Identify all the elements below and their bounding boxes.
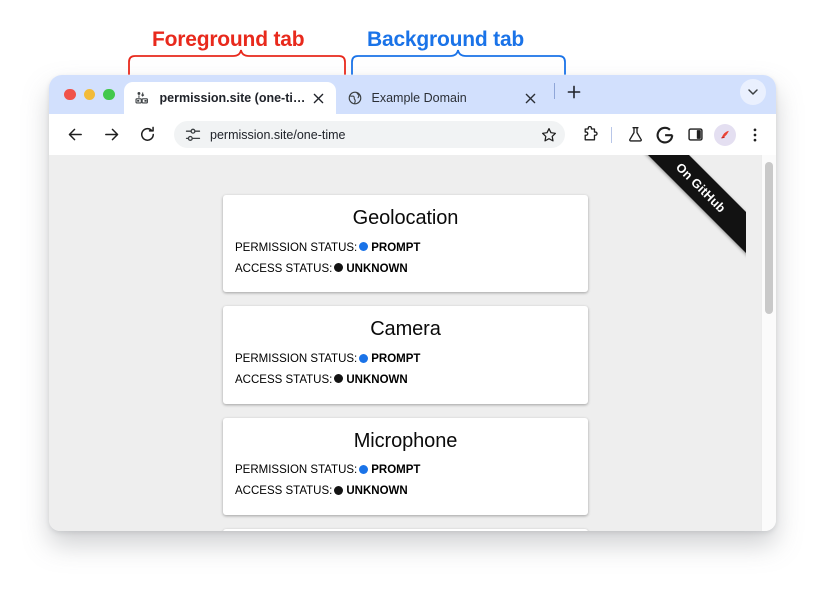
- forward-button[interactable]: [97, 121, 125, 149]
- back-button[interactable]: [61, 121, 89, 149]
- background-brace: [351, 49, 566, 75]
- page-scroll-area: On GitHub Geolocation PERMISSION STATUS:…: [49, 155, 761, 531]
- access-status-row: ACCESS STATUS: UNKNOWN: [223, 481, 588, 502]
- permission-status-dot: [359, 242, 369, 252]
- side-panel-icon[interactable]: [682, 122, 708, 148]
- permission-status-label: PERMISSION STATUS:: [235, 241, 358, 254]
- access-status-label: ACCESS STATUS:: [235, 262, 333, 275]
- access-status-dot: [334, 485, 344, 495]
- permission-card[interactable]: PERMISSION STATUS: ACCESS STATUS:: [223, 529, 588, 531]
- scrollbar-thumb[interactable]: [765, 162, 773, 314]
- star-icon[interactable]: [537, 123, 561, 147]
- access-status-row: ACCESS STATUS: UNKNOWN: [223, 370, 588, 391]
- annotation-layer: Foreground tab Background tab: [0, 0, 826, 120]
- annotation-braces: [128, 49, 566, 75]
- access-status-label: ACCESS STATUS:: [235, 373, 333, 386]
- puzzle-icon[interactable]: [577, 122, 603, 148]
- card-title: Geolocation: [352, 207, 459, 229]
- permission-card[interactable]: Geolocation PERMISSION STATUS: PROMPT ACC…: [223, 195, 588, 293]
- three-dot-menu-icon[interactable]: [742, 122, 768, 148]
- github-ribbon-link[interactable]: On GitHub: [621, 155, 746, 268]
- card-title: Microphone: [353, 429, 458, 452]
- url-text: permission.site/one-time: [210, 127, 346, 142]
- permission-status-row: PERMISSION STATUS: PROMPT: [223, 238, 588, 259]
- access-status-label: ACCESS STATUS:: [235, 485, 333, 498]
- github-ribbon-label: On GitHub: [673, 159, 729, 216]
- google-g-icon[interactable]: [652, 122, 678, 148]
- reload-button[interactable]: [133, 121, 161, 149]
- toolbar-divider: [611, 126, 612, 143]
- github-ribbon-area: On GitHub: [596, 155, 746, 305]
- permission-status-label: PERMISSION STATUS:: [235, 353, 358, 366]
- permission-status-value: PROMPT: [371, 353, 421, 366]
- access-status-value: UNKNOWN: [346, 485, 408, 498]
- browser-window: permission.site (one-time) Example Domai…: [49, 75, 776, 531]
- page-viewport: On GitHub Geolocation PERMISSION STATUS:…: [49, 155, 776, 531]
- access-status-dot: [334, 263, 344, 273]
- flask-icon[interactable]: [622, 122, 648, 148]
- foreground-brace: [128, 49, 346, 75]
- card-title: Camera: [370, 318, 441, 341]
- page-scrollbar[interactable]: [761, 155, 776, 531]
- access-status-value: UNKNOWN: [346, 262, 408, 275]
- permission-status-dot: [359, 353, 369, 363]
- access-status-dot: [334, 374, 344, 384]
- address-bar[interactable]: permission.site/one-time: [174, 121, 565, 148]
- permission-cards-list: Geolocation PERMISSION STATUS: PROMPT ACC…: [223, 195, 588, 531]
- access-status-value: UNKNOWN: [346, 373, 408, 386]
- avatar-icon[interactable]: [712, 122, 738, 148]
- browser-toolbar: permission.site/one-time: [49, 114, 776, 155]
- site-settings-icon[interactable]: [184, 126, 201, 143]
- permission-status-row: PERMISSION STATUS: PROMPT: [223, 349, 588, 370]
- permission-card[interactable]: Microphone PERMISSION STATUS: PROMPT ACCE…: [223, 417, 588, 516]
- permission-status-label: PERMISSION STATUS:: [235, 464, 358, 477]
- permission-status-value: PROMPT: [371, 241, 421, 254]
- permission-status-row: PERMISSION STATUS: PROMPT: [223, 460, 588, 481]
- access-status-row: ACCESS STATUS: UNKNOWN: [223, 259, 588, 280]
- permission-status-value: PROMPT: [371, 464, 421, 477]
- permission-status-dot: [359, 464, 369, 474]
- permission-card[interactable]: Camera PERMISSION STATUS: PROMPT ACCESS S…: [223, 306, 588, 404]
